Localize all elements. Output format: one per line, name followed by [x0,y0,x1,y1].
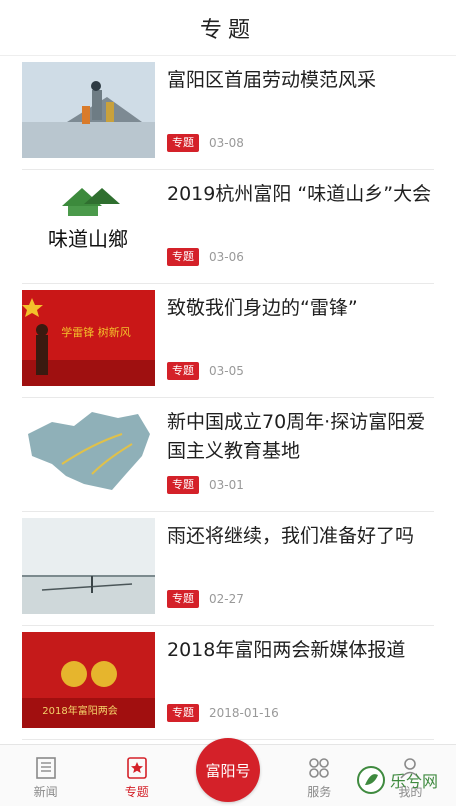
list-item[interactable]: 味道山鄉 2019杭州富阳 “味道山乡”大会 专题 03-06 [22,170,434,284]
list-item[interactable]: 新中国成立70周年·探访富阳爱国主义教育基地 专题 03-01 [22,398,434,512]
thumb-slogan: 学雷锋 树新风 [61,325,131,339]
list-item[interactable]: 雨还将继续，我们准备好了吗 专题 02-27 [22,512,434,626]
item-date: 03-05 [209,364,244,378]
topic-badge: 专题 [167,362,199,380]
topic-badge: 专题 [167,476,199,494]
item-title[interactable]: 雨还将继续，我们准备好了吗 [167,522,437,551]
item-meta: 专题 03-01 [167,476,244,494]
fuyang-account-button[interactable]: 富阳号 [196,738,260,802]
item-meta: 专题 03-08 [167,134,244,152]
thumb-calligraphy: 味道山鄉 [48,227,128,251]
topic-badge: 专题 [167,134,199,152]
list-item[interactable]: 2018年富阳两会 2018年富阳两会新媒体报道 专题 2018-01-16 [22,626,434,740]
grid-icon [309,758,330,778]
thumbnail-image[interactable]: 学雷锋 树新风 [22,290,155,386]
thumbnail-image[interactable] [22,404,155,500]
thumbnail-image[interactable]: 味道山鄉 [22,176,155,272]
item-meta: 专题 02-27 [167,590,244,608]
tab-service[interactable]: 服务 [274,745,365,806]
tab-service-label: 服务 [307,785,332,799]
topic-badge: 专题 [167,590,199,608]
topic-star-icon [126,757,147,779]
watermark-text: 乐兮网 [390,772,439,791]
item-date: 03-01 [209,478,244,492]
thumbnail-image[interactable] [22,62,155,158]
thumbnail-image[interactable] [22,518,155,614]
item-date: 03-08 [209,136,244,150]
thumb-caption: 2018年富阳两会 [42,704,117,717]
site-watermark: 乐兮网 [356,760,452,800]
item-title[interactable]: 2018年富阳两会新媒体报道 [167,636,437,665]
item-title[interactable]: 富阳区首届劳动模范风采 [167,66,437,95]
topic-list[interactable]: 富阳区首届劳动模范风采 专题 03-08 味道山鄉 2019杭州富阳 “味道山乡… [0,56,456,744]
list-item[interactable]: 学雷锋 树新风 致敬我们身边的“雷锋” 专题 03-05 [22,284,434,398]
top-bar: 专题 [0,0,456,56]
item-date: 03-06 [209,250,244,264]
topic-badge: 专题 [167,704,199,722]
tab-news-label: 新闻 [33,785,58,799]
item-title[interactable]: 致敬我们身边的“雷锋” [167,294,437,323]
thumbnail-image[interactable]: 2018年富阳两会 [22,632,155,728]
item-title[interactable]: 新中国成立70周年·探访富阳爱国主义教育基地 [167,408,437,466]
item-meta: 专题 03-06 [167,248,244,266]
tab-news[interactable]: 新闻 [0,745,91,806]
item-meta: 专题 2018-01-16 [167,704,279,722]
item-date: 02-27 [209,592,244,606]
newspaper-icon [35,757,56,779]
page-title: 专题 [199,17,256,43]
topic-badge: 专题 [167,248,199,266]
item-meta: 专题 03-05 [167,362,244,380]
list-item[interactable]: 富阳区首届劳动模范风采 专题 03-08 [22,56,434,170]
tab-topic-label: 专题 [124,785,149,799]
leaf-logo-icon [357,766,385,794]
item-title[interactable]: 2019杭州富阳 “味道山乡”大会 [167,180,437,209]
item-date: 2018-01-16 [209,706,279,720]
tab-topic[interactable]: 专题 [91,745,182,806]
